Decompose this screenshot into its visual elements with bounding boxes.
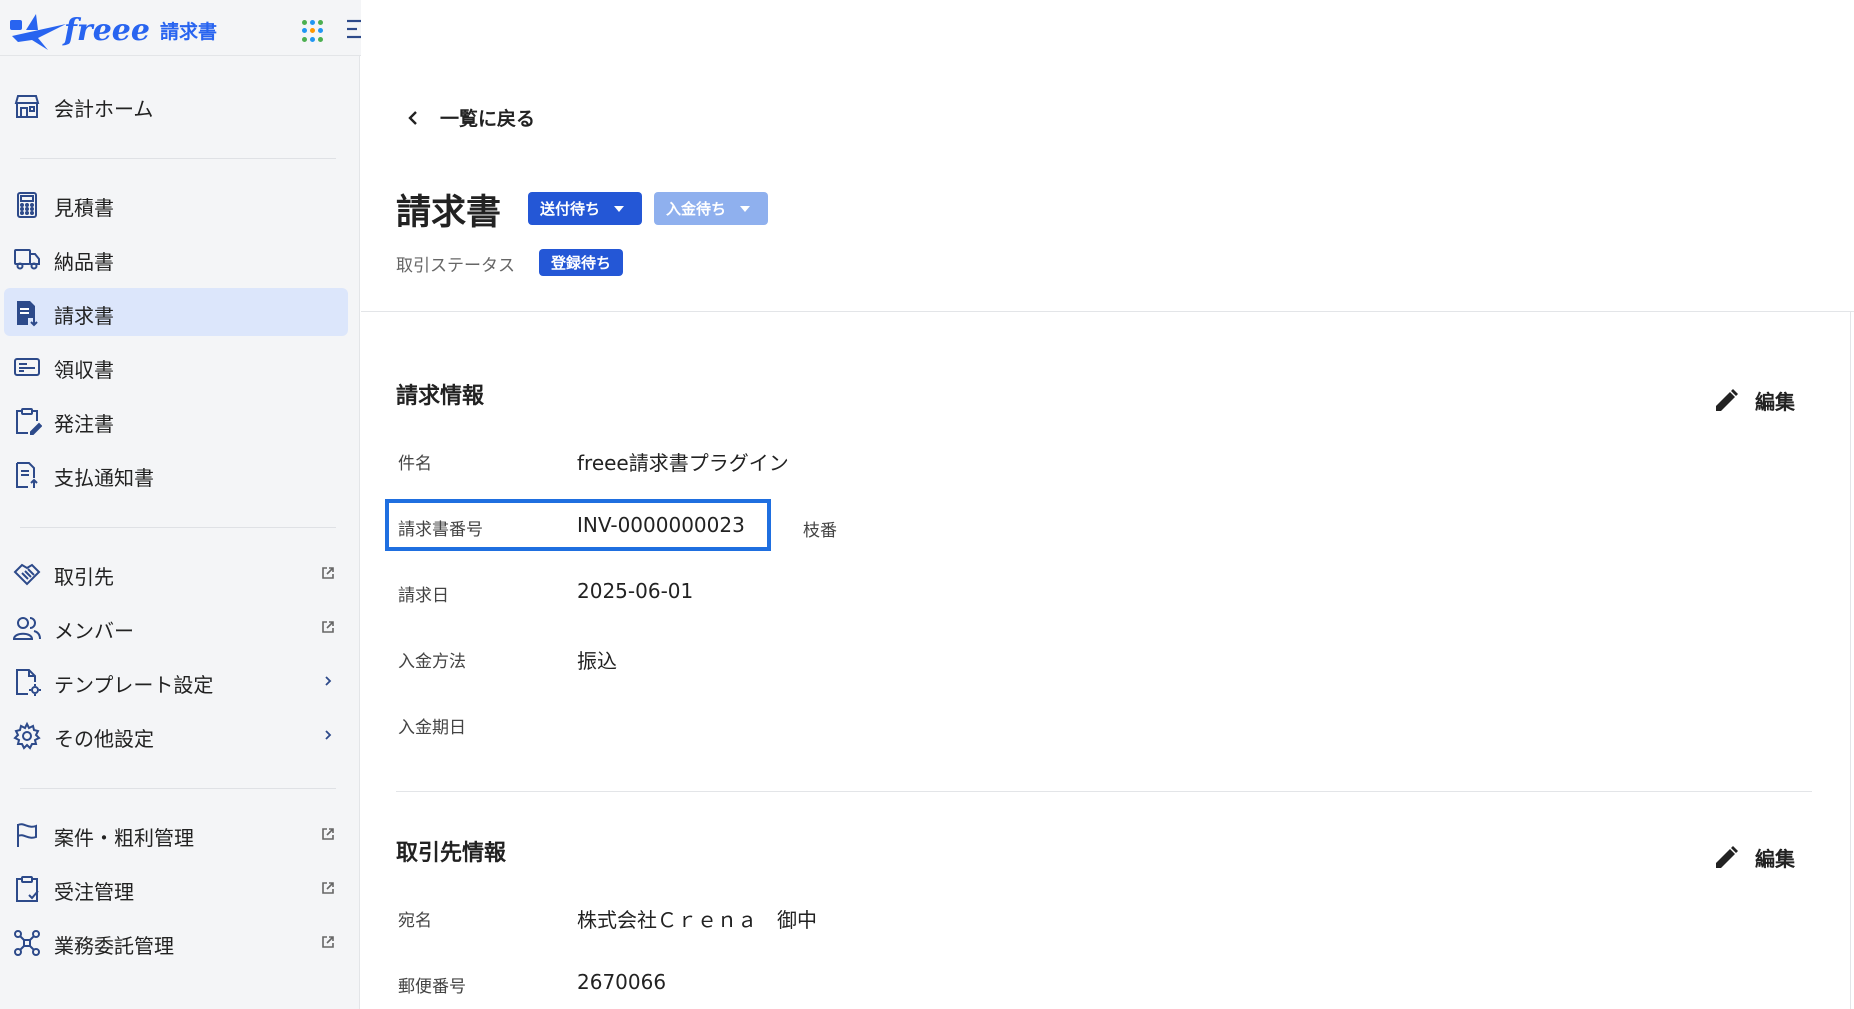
caret-down-icon [614,205,625,212]
truck-icon [14,249,40,270]
section-divider [396,791,1812,792]
receipt-icon [14,358,40,376]
sidebar-item-label: その他設定 [54,727,154,751]
sidebar-item-label: 領収書 [54,358,114,382]
sidebar-item-project-management[interactable]: 案件・粗利管理 [4,810,348,858]
sidebar: 会計ホーム 見積書 納品書 請求書 領収書 発注書 支払通知書 取引先 メンバー [0,0,360,1009]
partner-section-title: 取引先情報 [396,841,507,866]
header-divider [361,311,1854,312]
deal-status-label: 取引ステータス [396,256,515,276]
pencil-icon [1716,388,1738,411]
field-label-subject: 件名 [398,454,432,474]
sidebar-divider [20,527,336,528]
back-to-list-link[interactable]: 一覧に戻る [404,104,535,131]
sidebar-item-payment-notice[interactable]: 支払通知書 [4,450,348,498]
field-label-payment-due: 入金期日 [398,718,466,738]
send-status-label: 送付待ち [540,200,601,218]
sidebar-item-members[interactable]: メンバー [4,603,348,651]
sidebar-item-label: 請求書 [54,304,114,328]
sidebar-item-label: テンプレート設定 [54,673,214,697]
chevron-right-icon [325,676,332,686]
edit-label: 編集 [1755,847,1795,871]
field-value-subject: freee請求書プラグイン [577,451,789,475]
flag-icon [17,823,37,847]
sidebar-item-label: 支払通知書 [54,466,154,490]
sidebar-item-purchase-order[interactable]: 発注書 [4,396,348,444]
sidebar-item-label: 案件・粗利管理 [54,826,194,850]
external-link-icon [322,828,334,840]
template-settings-icon [16,669,41,696]
sidebar-item-outsourcing-management[interactable]: 業務委託管理 [4,918,348,966]
sidebar-divider [20,788,336,789]
sidebar-item-partners[interactable]: 取引先 [4,549,348,597]
payment-status-label: 入金待ち [666,200,727,218]
branch-number-label: 枝番 [803,521,837,541]
document-upload-icon [16,462,38,488]
field-value-invoice-number: INV-0000000023 [577,513,745,537]
handshake-icon [13,563,41,586]
field-label-payment-method: 入金方法 [398,652,466,672]
field-label-addressee: 宛名 [398,911,432,931]
logo-text: freee [64,12,150,48]
sidebar-item-label: 業務委託管理 [54,934,174,958]
field-value-postal-code: 2670066 [577,970,667,994]
sidebar-divider [20,158,336,159]
field-value-invoice-date: 2025-06-01 [577,579,694,603]
billing-edit-button[interactable]: 編集 [1713,386,1795,415]
send-status-dropdown[interactable]: 送付待ち [528,192,642,225]
clipboard-edit-icon [16,408,42,435]
sidebar-item-delivery[interactable]: 納品書 [4,234,348,282]
store-icon [14,95,40,118]
field-label-invoice-date: 請求日 [398,586,449,606]
logo-product-name: 請求書 [159,20,217,43]
apps-grid-icon[interactable] [302,20,324,42]
caret-down-icon [740,205,751,212]
sidebar-item-quotation[interactable]: 見積書 [4,180,348,228]
app-logo[interactable]: freee 請求書 [8,8,217,52]
sidebar-item-label: 取引先 [54,565,114,589]
external-link-icon [322,936,334,948]
chevron-right-icon [325,730,332,740]
sidebar-item-order-management[interactable]: 受注管理 [4,864,348,912]
page-title: 請求書 [396,193,502,233]
content-right-border [1850,312,1851,1009]
sidebar-item-label: メンバー [54,619,134,643]
field-value-payment-method: 振込 [577,649,617,673]
field-label-postal-code: 郵便番号 [398,977,466,997]
payment-status-dropdown[interactable]: 入金待ち [654,192,768,225]
clipboard-check-icon [16,876,39,902]
sidebar-item-label: 納品書 [54,250,114,274]
invoice-icon [17,301,38,327]
sidebar-item-label: 会計ホーム [54,97,154,121]
external-link-icon [322,567,334,579]
users-icon [12,617,41,640]
sidebar-item-other-settings[interactable]: その他設定 [4,711,348,759]
calculator-icon [17,192,37,218]
billing-section-title: 請求情報 [396,384,485,409]
partner-edit-button[interactable]: 編集 [1713,843,1795,872]
freee-bird-icon [10,14,66,50]
sidebar-item-invoice[interactable]: 請求書 [4,288,348,336]
chevron-left-icon [408,110,417,125]
field-label-invoice-number: 請求書番号 [398,520,483,540]
sidebar-item-receipt[interactable]: 領収書 [4,342,348,390]
deal-status-badge: 登録待ち [539,249,624,276]
sidebar-item-label: 発注書 [54,412,114,436]
app-header: freee 請求書 [0,0,385,56]
external-link-icon [322,621,334,633]
sidebar-item-label: 見積書 [54,196,114,220]
back-link-label: 一覧に戻る [440,108,536,130]
gear-icon [13,721,41,750]
edit-label: 編集 [1755,390,1795,414]
network-icon [14,930,40,956]
sidebar-item-accounting-home[interactable]: 会計ホーム [4,81,348,129]
field-value-addressee: 株式会社Ｃｒｅｎａ 御中 [577,908,817,932]
external-link-icon [322,882,334,894]
pencil-icon [1716,845,1738,868]
sidebar-item-template-settings[interactable]: テンプレート設定 [4,657,348,705]
sidebar-item-label: 受注管理 [54,880,134,904]
